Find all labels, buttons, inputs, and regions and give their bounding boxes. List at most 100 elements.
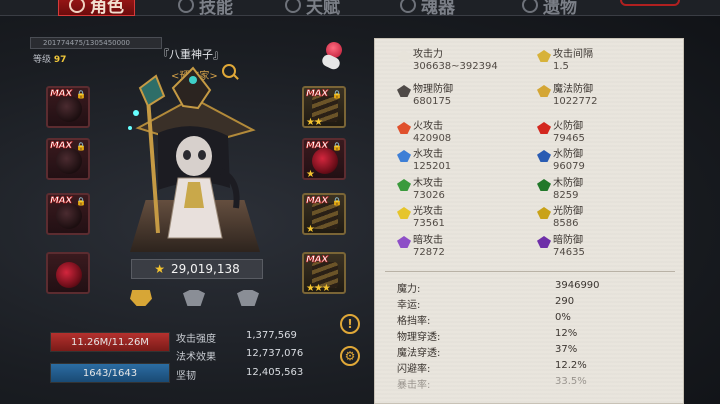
stat-label: 攻击间隔 [553,49,593,60]
armor-set-2-icon[interactable] [183,290,205,306]
hp-value: 11.26M/11.26M [71,336,149,348]
stat-value: 12,737,076 [246,348,304,359]
swords-icon [537,50,551,62]
stat-value: 74635 [553,247,585,258]
tab-talent[interactable]: 天赋 [285,0,340,18]
stat-label: 法术效果 [176,352,216,363]
stat-label: 光防御 [553,206,583,217]
star-rating: ★★ [306,117,323,128]
tab-bar: 角色 技能 天赋 魂器 遗物 [0,0,720,18]
tab-label: 角色 [90,0,124,17]
stat-label: 木防御 [553,178,583,189]
potion-icon[interactable] [318,38,348,72]
misc-stat-value: 290 [555,296,575,307]
stat-label: 火攻击 [413,121,443,132]
stats-panel: 攻击力 306638~392394 攻击间隔 1.5 物理防御 680175 魔法防御 102… [374,38,684,404]
equip-slot-left-2[interactable]: MAX 🔒 [46,138,90,180]
lock-icon: 🔒 [76,197,86,206]
stat-label: 坚韧 [176,371,196,382]
max-badge: MAX [50,141,73,152]
close-tab-button[interactable] [620,0,680,6]
misc-stat-label: 闪避率: [397,364,431,375]
mp-bar: 1643/1643 [50,363,170,383]
armor-set-1-icon[interactable] [130,290,152,306]
max-badge: MAX [306,196,329,207]
stat-label: 光攻击 [413,206,443,217]
tab-relic[interactable]: 遗物 [522,0,577,18]
hero-portrait [128,66,256,239]
stat-value: 8586 [553,218,579,229]
water-attack-icon [397,150,411,162]
misc-stat-label: 物理穿透: [397,332,441,343]
soul-icon [400,0,416,13]
equip-slot-right-1[interactable]: MAX 🔒 ★★ [302,86,346,128]
combat-power: ★ 29,019,138 [131,259,263,279]
stat-value: 306638~392394 [413,61,498,72]
level-label: 等级 [33,55,52,65]
lock-icon: 🔒 [76,90,86,99]
xp-bar: 201774475/1305450000 [30,37,162,49]
stat-value: 420908 [413,133,452,144]
stat-value: 1.5 [553,61,569,72]
stat-value: 73561 [413,218,445,229]
stat-value: 73026 [413,190,445,201]
tab-character[interactable]: 角色 [58,0,135,17]
tab-label: 技能 [199,0,233,18]
stat-value: 8259 [553,190,579,201]
stat-value: 1022772 [553,96,598,107]
stat-entry: 水防御 96079 [553,149,585,173]
fire-defense-icon [537,122,551,134]
equip-slot-right-4[interactable]: MAX ★★★ [302,252,346,294]
max-badge: MAX [306,89,329,100]
stat-value: 72872 [413,247,445,258]
tab-label: 魂器 [421,0,455,18]
equip-slot-right-2[interactable]: MAX 🔒 ★ [302,138,346,180]
stat-entry: 木防御 8259 [553,178,583,202]
lock-icon: 🔒 [332,142,342,151]
tab-skills[interactable]: 技能 [178,0,233,18]
stat-entry: 光防御 8586 [553,206,583,230]
stat-entry: 物理防御 680175 [413,84,453,108]
character-screen: 角色 技能 天赋 魂器 遗物 201774475/1305450000 等级 9… [0,0,720,404]
tab-soul[interactable]: 魂器 [400,0,455,18]
helmet-icon [69,0,85,13]
misc-stat-label: 暴击率: [397,380,431,391]
misc-stat-label: 魔法穿透: [397,348,441,359]
stat-entry: 暗攻击 72872 [413,235,445,259]
wood-attack-icon [397,179,411,191]
alert-icon[interactable]: ! [340,314,360,334]
water-defense-icon [537,150,551,162]
stat-label: 水攻击 [413,149,443,160]
stat-label: 攻击力 [413,49,443,60]
stat-entry: 魔法防御 1022772 [553,84,598,108]
stat-label: 魔法防御 [553,84,593,95]
star-rating: ★ [306,169,315,180]
tab-label: 遗物 [543,0,577,18]
stat-label: 暗防御 [553,235,583,246]
misc-stat-label: 幸运: [397,300,421,311]
light-defense-icon [537,207,551,219]
misc-stat-value: 12.2% [555,360,587,371]
misc-stat-value: 12% [555,328,578,339]
stat-value: 1,377,569 [246,330,297,341]
equip-slot-right-3[interactable]: MAX 🔒 ★ [302,193,346,235]
stat-entry: 攻击间隔 1.5 [553,49,593,73]
equip-slot-left-3[interactable]: MAX 🔒 [46,193,90,235]
misc-stat-value: 0% [555,312,571,323]
swap-icon[interactable]: ⚙ [340,346,360,366]
divider [385,271,675,272]
stat-entry: 光攻击 73561 [413,206,445,230]
stat-entry: 火攻击 420908 [413,121,451,145]
max-badge: MAX [50,196,73,207]
equip-slot-left-4[interactable] [46,252,90,294]
level-value: 97 [53,55,67,65]
sword-icon [397,50,411,62]
equip-slot-left-1[interactable]: MAX 🔒 [46,86,90,128]
armor-set-3-icon[interactable] [237,290,259,306]
max-badge: MAX [306,141,329,152]
stat-value: 96079 [553,161,585,172]
lock-icon: 🔒 [332,197,342,206]
lock-icon: 🔒 [332,90,342,99]
stat-value: 125201 [413,161,452,172]
misc-stat-value: 37% [555,344,578,355]
